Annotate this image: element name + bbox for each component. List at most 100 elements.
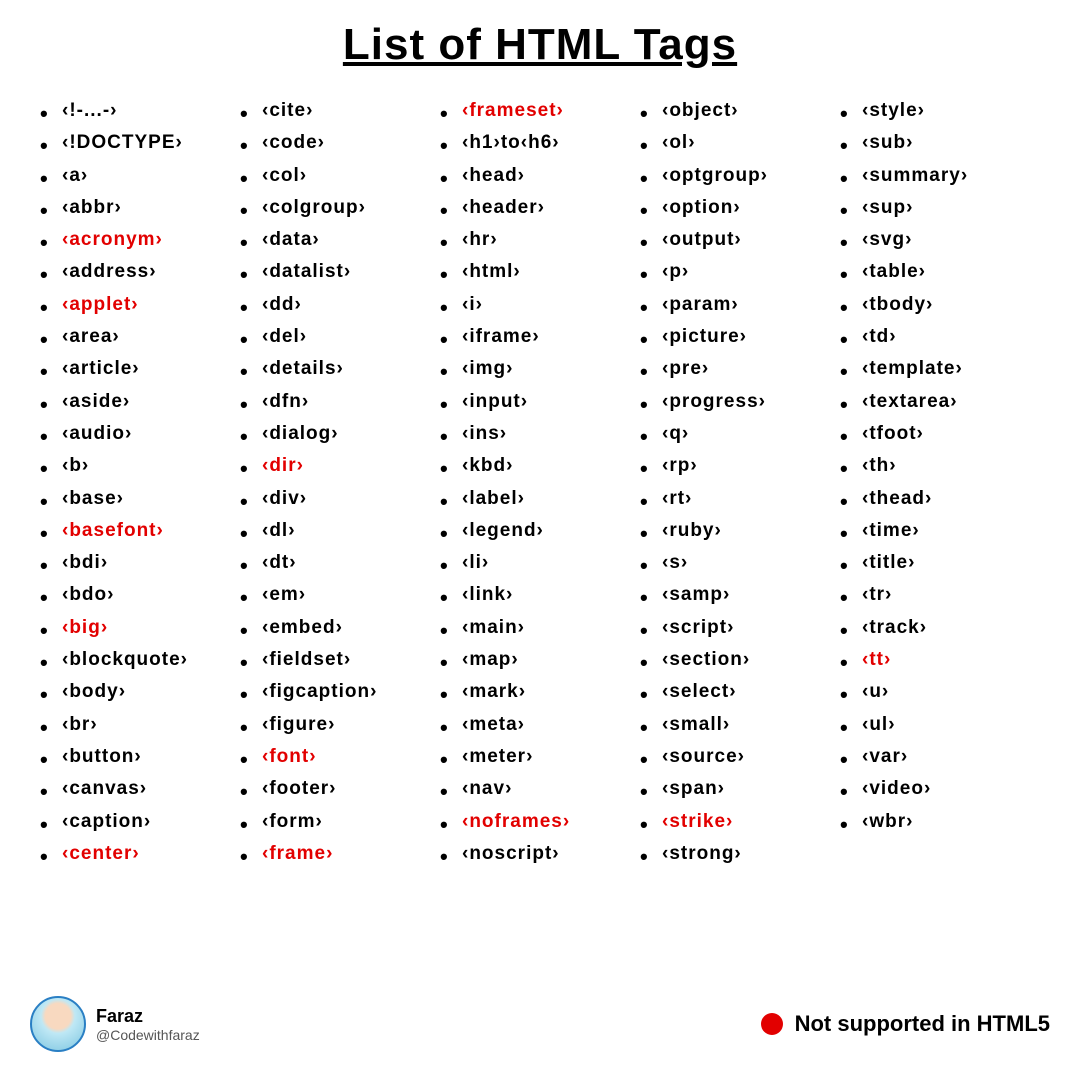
author-handle: @Codewithfaraz	[96, 1027, 200, 1043]
tag-item: ‹hr›	[440, 224, 640, 256]
tag-item: ‹section›	[640, 644, 840, 676]
tag-item: ‹link›	[440, 579, 640, 611]
tag-item: ‹blockquote›	[40, 644, 240, 676]
tag-item: ‹applet›	[40, 289, 240, 321]
tag-item: ‹frame›	[240, 838, 440, 870]
tag-item: ‹strike›	[640, 806, 840, 838]
tag-item: ‹template›	[840, 353, 1040, 385]
tag-item: ‹noframes›	[440, 806, 640, 838]
tag-item: ‹frameset›	[440, 95, 640, 127]
tag-item: ‹details›	[240, 353, 440, 385]
tag-item: ‹fieldset›	[240, 644, 440, 676]
tag-item: ‹base›	[40, 483, 240, 515]
tag-item: ‹ruby›	[640, 515, 840, 547]
tag-item: ‹body›	[40, 676, 240, 708]
tag-item: ‹code›	[240, 127, 440, 159]
tag-item: ‹span›	[640, 773, 840, 805]
tag-item: ‹datalist›	[240, 256, 440, 288]
page-title: List of HTML Tags	[30, 20, 1050, 70]
tag-item: ‹summary›	[840, 160, 1040, 192]
tag-item: ‹rt›	[640, 483, 840, 515]
tag-item: ‹em›	[240, 579, 440, 611]
tag-item: ‹u›	[840, 676, 1040, 708]
tag-item: ‹video›	[840, 773, 1040, 805]
tag-item: ‹bdo›	[40, 579, 240, 611]
tag-item: ‹caption›	[40, 806, 240, 838]
tag-item: ‹!-...-›	[40, 95, 240, 127]
tag-item: ‹track›	[840, 612, 1040, 644]
tag-item: ‹var›	[840, 741, 1040, 773]
tag-item: ‹figure›	[240, 709, 440, 741]
tag-item: ‹table›	[840, 256, 1040, 288]
tag-item: ‹h1›to‹h6›	[440, 127, 640, 159]
tag-item: ‹embed›	[240, 612, 440, 644]
tag-item: ‹td›	[840, 321, 1040, 353]
tag-item: ‹cite›	[240, 95, 440, 127]
tag-item: ‹picture›	[640, 321, 840, 353]
tag-item: ‹abbr›	[40, 192, 240, 224]
column-4: ‹object›‹ol›‹optgroup›‹option›‹output›‹p…	[640, 95, 840, 870]
tag-item: ‹title›	[840, 547, 1040, 579]
tag-item: ‹input›	[440, 386, 640, 418]
tag-item: ‹option›	[640, 192, 840, 224]
tag-item: ‹source›	[640, 741, 840, 773]
tag-item: ‹dd›	[240, 289, 440, 321]
tag-item: ‹style›	[840, 95, 1040, 127]
tag-item: ‹th›	[840, 450, 1040, 482]
tag-item: ‹dfn›	[240, 386, 440, 418]
tag-item: ‹strong›	[640, 838, 840, 870]
tag-item: ‹ol›	[640, 127, 840, 159]
tag-item: ‹basefont›	[40, 515, 240, 547]
tag-item: ‹big›	[40, 612, 240, 644]
tag-item: ‹p›	[640, 256, 840, 288]
tag-item: ‹acronym›	[40, 224, 240, 256]
tag-item: ‹del›	[240, 321, 440, 353]
tag-item: ‹div›	[240, 483, 440, 515]
legend-text: Not supported in HTML5	[795, 1011, 1050, 1037]
tag-item: ‹tr›	[840, 579, 1040, 611]
tag-item: ‹meta›	[440, 709, 640, 741]
tag-item: ‹output›	[640, 224, 840, 256]
legend: Not supported in HTML5	[761, 1011, 1050, 1037]
tag-item: ‹canvas›	[40, 773, 240, 805]
author-name: Faraz	[96, 1006, 200, 1027]
tag-columns: ‹!-...-›‹!DOCTYPE›‹a›‹abbr›‹acronym›‹add…	[30, 95, 1050, 870]
tag-item: ‹samp›	[640, 579, 840, 611]
tag-item: ‹main›	[440, 612, 640, 644]
tag-item: ‹address›	[40, 256, 240, 288]
tag-item: ‹aside›	[40, 386, 240, 418]
tag-item: ‹s›	[640, 547, 840, 579]
legend-dot-icon	[761, 1013, 783, 1035]
footer: Faraz @Codewithfaraz Not supported in HT…	[30, 996, 1050, 1052]
tag-item: ‹form›	[240, 806, 440, 838]
tag-item: ‹svg›	[840, 224, 1040, 256]
tag-item: ‹colgroup›	[240, 192, 440, 224]
column-2: ‹cite›‹code›‹col›‹colgroup›‹data›‹datali…	[240, 95, 440, 870]
tag-item: ‹audio›	[40, 418, 240, 450]
tag-item: ‹map›	[440, 644, 640, 676]
tag-item: ‹i›	[440, 289, 640, 321]
tag-item: ‹mark›	[440, 676, 640, 708]
tag-item: ‹a›	[40, 160, 240, 192]
tag-item: ‹footer›	[240, 773, 440, 805]
tag-item: ‹tfoot›	[840, 418, 1040, 450]
tag-item: ‹li›	[440, 547, 640, 579]
tag-item: ‹time›	[840, 515, 1040, 547]
tag-item: ‹param›	[640, 289, 840, 321]
tag-item: ‹dialog›	[240, 418, 440, 450]
tag-item: ‹label›	[440, 483, 640, 515]
tag-item: ‹legend›	[440, 515, 640, 547]
tag-item: ‹head›	[440, 160, 640, 192]
tag-item: ‹rp›	[640, 450, 840, 482]
tag-item: ‹nav›	[440, 773, 640, 805]
tag-item: ‹header›	[440, 192, 640, 224]
tag-item: ‹b›	[40, 450, 240, 482]
tag-item: ‹wbr›	[840, 806, 1040, 838]
tag-item: ‹dir›	[240, 450, 440, 482]
author-block: Faraz @Codewithfaraz	[30, 996, 200, 1052]
tag-item: ‹data›	[240, 224, 440, 256]
tag-item: ‹br›	[40, 709, 240, 741]
column-5: ‹style›‹sub›‹summary›‹sup›‹svg›‹table›‹t…	[840, 95, 1040, 870]
tag-item: ‹thead›	[840, 483, 1040, 515]
tag-item: ‹optgroup›	[640, 160, 840, 192]
